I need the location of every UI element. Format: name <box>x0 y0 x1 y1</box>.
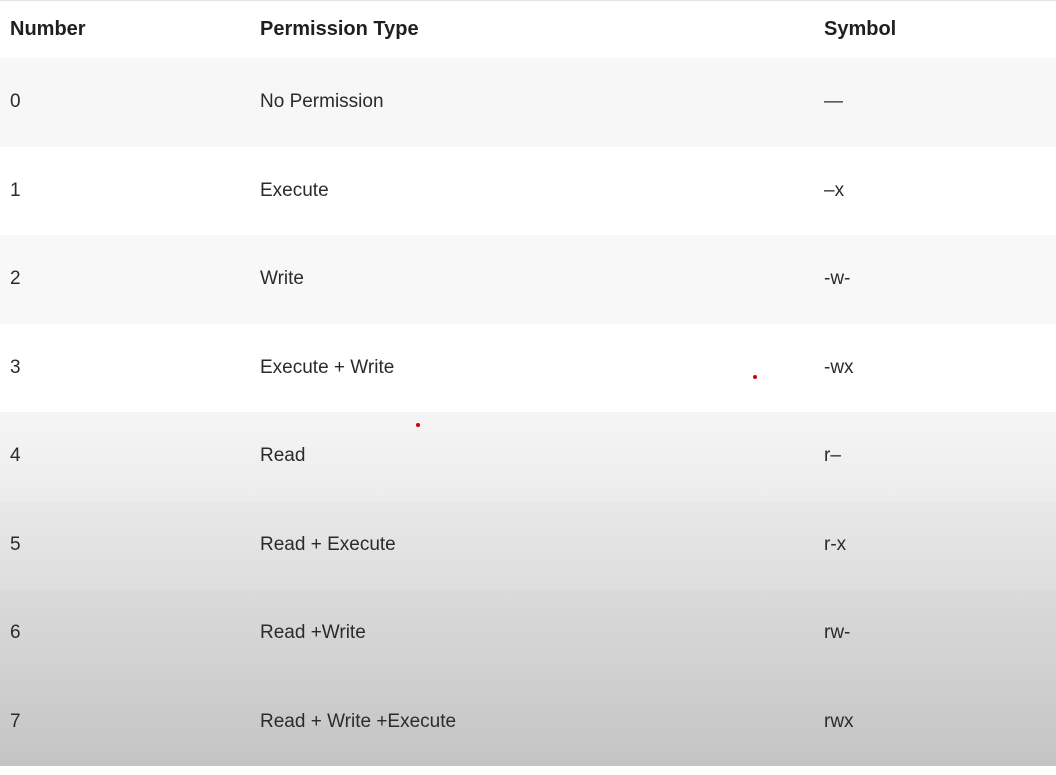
table-row: 0 No Permission — <box>0 58 1056 147</box>
header-symbol: Symbol <box>824 18 897 40</box>
cell-permission-type: Read + Execute <box>260 533 396 555</box>
table-row: 2 Write -w- <box>0 235 1056 324</box>
permissions-table: Number Permission Type Symbol 0 No Permi… <box>0 0 1056 775</box>
cell-number: 3 <box>10 356 21 378</box>
cell-permission-type: Read + Write +Execute <box>260 710 457 732</box>
table-row: 5 Read + Execute r-x <box>0 500 1056 589</box>
cell-symbol: r-x <box>824 533 847 555</box>
cell-symbol: rwx <box>824 710 854 732</box>
cell-symbol: –x <box>824 179 845 201</box>
cell-number: 5 <box>10 533 21 555</box>
cell-symbol: rw- <box>824 622 851 644</box>
header-number: Number <box>10 18 86 40</box>
table-row: 6 Read +Write rw- <box>0 589 1056 678</box>
cell-number: 0 <box>10 91 21 113</box>
cell-number: 6 <box>10 622 21 644</box>
header-permission-type: Permission Type <box>260 18 419 40</box>
table-header-row: Number Permission Type Symbol <box>0 1 1056 58</box>
cell-permission-type: Execute <box>260 179 329 201</box>
red-dot-marker <box>416 423 420 427</box>
table-row: 7 Read + Write +Execute rwx <box>0 677 1056 766</box>
table-row: 4 Read r– <box>0 412 1056 501</box>
cell-permission-type: Write <box>260 268 304 290</box>
cell-number: 2 <box>10 268 21 290</box>
red-dot-marker <box>753 375 757 379</box>
cell-number: 1 <box>10 179 21 201</box>
cell-number: 4 <box>10 445 21 467</box>
cell-symbol: -wx <box>824 356 854 378</box>
cell-symbol: -w- <box>824 268 851 290</box>
cell-permission-type: Execute + Write <box>260 356 395 378</box>
cell-permission-type: No Permission <box>260 91 384 113</box>
cell-symbol: — <box>824 91 843 113</box>
table-row: 3 Execute + Write -wx <box>0 323 1056 412</box>
cell-symbol: r– <box>824 445 841 467</box>
cell-permission-type: Read +Write <box>260 622 366 644</box>
cell-permission-type: Read <box>260 445 306 467</box>
cell-number: 7 <box>10 710 21 732</box>
table-row: 1 Execute –x <box>0 146 1056 235</box>
